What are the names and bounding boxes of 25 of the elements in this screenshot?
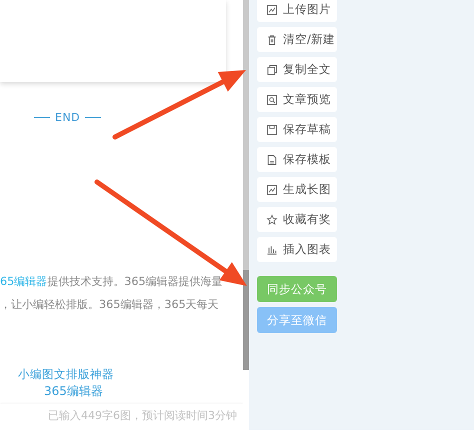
image-icon <box>266 4 278 16</box>
toolbar-button[interactable]: 插入图表 <box>257 237 337 262</box>
scrollbar-thumb[interactable] <box>243 270 249 370</box>
logo-text: 365编辑器 <box>44 383 103 400</box>
toolbar-button[interactable]: 生成长图 <box>257 177 337 202</box>
image-icon <box>266 184 278 196</box>
bar-chart-icon <box>266 244 278 256</box>
save-icon <box>266 124 278 136</box>
toolbar-button[interactable]: 收藏有奖 <box>257 207 337 232</box>
copy-icon <box>266 64 278 76</box>
toolbar-button[interactable]: 复制全文 <box>257 57 337 82</box>
search-icon <box>266 94 278 106</box>
toolbar-button[interactable]: 文章预览 <box>257 87 337 112</box>
status-text: 已输入449字6图，预计阅读时间3分钟 <box>0 404 243 432</box>
logo-text: 小编图文排版神器 <box>18 366 114 383</box>
star-icon <box>266 214 278 226</box>
paragraph: 65编辑器提供技术支持。365编辑器提供海量 ，让小编轻松排版。365编辑器，365天每天 <box>0 274 224 313</box>
toolbar-button[interactable]: 保存草稿 <box>257 117 337 142</box>
toolbar-button[interactable]: 清空/新建 <box>257 27 337 52</box>
scrollbar[interactable] <box>243 0 249 370</box>
toolbar-button[interactable]: 上传图片 <box>257 0 337 22</box>
toolbar-button[interactable]: 保存模板 <box>257 147 337 172</box>
document-icon <box>266 154 278 166</box>
trash-icon <box>266 34 278 46</box>
end-mark: END <box>55 110 80 124</box>
